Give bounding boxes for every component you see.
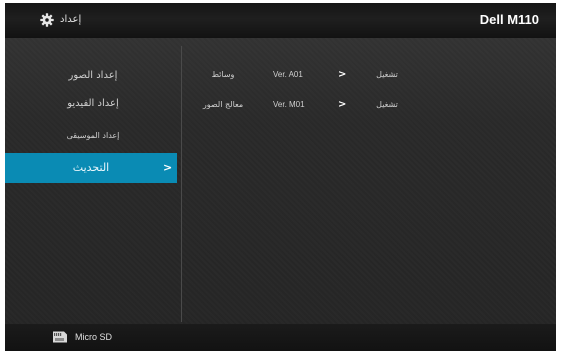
status-bar: Micro SD	[5, 324, 556, 351]
brand-label: Dell M110	[479, 12, 539, 27]
panel-divider	[181, 46, 182, 322]
update-row-image-processor[interactable]: معالج الصور Ver. M01 > تشغيل	[182, 95, 556, 115]
row-name: معالج الصور	[202, 100, 244, 109]
top-bar: إعداد Dell M110	[5, 3, 556, 38]
menu-item-image-settings[interactable]: إعداد الصور	[5, 61, 181, 91]
run-update-button[interactable]: تشغيل	[372, 95, 402, 115]
page-title: إعداد	[60, 14, 82, 25]
main-panel: إعداد الصور إعداد الفيديو إعداد الموسيقى…	[5, 38, 556, 324]
menu-item-label: إعداد الموسيقى	[66, 131, 120, 140]
menu-item-label: إعداد الصور	[68, 70, 118, 81]
chevron-right-icon[interactable]: >	[338, 95, 346, 115]
storage-label: Micro SD	[75, 332, 113, 342]
chevron-right-icon[interactable]: >	[338, 65, 346, 85]
row-version: Ver. A01	[273, 70, 303, 79]
menu-item-label: إعداد الفيديو	[67, 98, 119, 109]
gear-icon	[40, 13, 54, 27]
settings-screen: إعداد Dell M110 إعداد الصور إعداد الفيدي…	[5, 3, 556, 351]
menu-item-video-settings[interactable]: إعداد الفيديو	[5, 89, 181, 119]
menu-item-update[interactable]: التحديث >	[5, 153, 177, 183]
update-row-media[interactable]: وسائط Ver. A01 > تشغيل	[182, 65, 556, 85]
menu-item-music-settings[interactable]: إعداد الموسيقى	[5, 121, 181, 151]
row-name: وسائط	[211, 70, 235, 79]
micro-sd-icon	[53, 331, 67, 343]
chevron-right-icon: >	[163, 161, 173, 174]
menu-item-label: التحديث	[72, 161, 110, 174]
run-update-button[interactable]: تشغيل	[372, 65, 402, 85]
row-version: Ver. M01	[273, 100, 305, 109]
